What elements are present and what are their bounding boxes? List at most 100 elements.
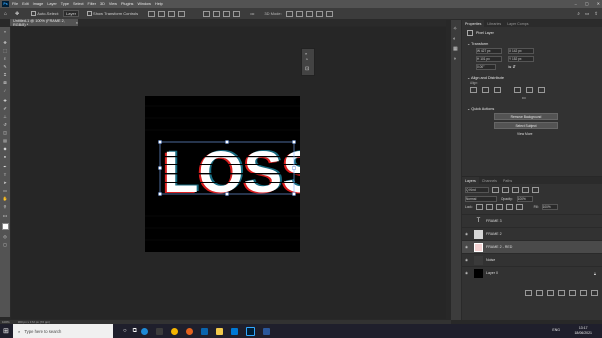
fill-field[interactable]: 100% [541,204,558,210]
align-bottom-edges-icon[interactable] [538,87,545,93]
eraser-tool-icon[interactable]: ◫ [2,130,8,135]
layer-row-noise[interactable]: ◉ Noise [462,253,602,266]
eye-icon[interactable]: ◉ [462,232,471,236]
home-icon[interactable]: ⌂ [4,11,7,17]
eyedropper-tool-icon[interactable]: ⁄ [2,88,8,93]
chrome-icon[interactable] [170,327,178,335]
close-button[interactable]: ✕ [597,1,600,6]
distribute-icon[interactable] [233,10,241,17]
more-align-options[interactable]: ••• [522,96,602,100]
menu-window[interactable]: Window [137,2,151,6]
taskbar-search[interactable]: ⌕ Type here to search [13,324,113,338]
align-heading[interactable]: ⌄ Align and Distribute [467,75,602,80]
rectangle-tool-icon[interactable]: ▭ [2,188,8,193]
auto-select-checkbox[interactable]: Auto-Select: [31,11,59,16]
lock-transparent-icon[interactable] [475,204,483,210]
eye-icon[interactable]: ◉ [462,271,471,275]
path-select-icon[interactable]: ➤ [2,180,8,185]
minimize-button[interactable]: – [575,1,577,6]
distribute-icon[interactable] [223,10,231,17]
actions-icon[interactable]: ⊡ [305,66,309,72]
height-field[interactable]: H 101 px [476,56,502,62]
link-layers-icon[interactable] [525,290,532,296]
swatches-icon[interactable]: ▦ [453,46,458,52]
auto-select-target-dropdown[interactable]: Layer [63,10,80,17]
folder-icon[interactable] [215,327,223,335]
align-left-icon[interactable] [148,10,156,17]
cortana-icon[interactable]: ○ [123,328,127,334]
width-field[interactable]: W 427 px [476,48,502,54]
x-field[interactable]: X 142 px [508,48,534,54]
menu-file[interactable]: File [12,2,18,6]
menu-help[interactable]: Help [155,2,163,6]
history-icon[interactable]: ◔ [305,57,308,63]
close-tab-icon[interactable]: × [76,21,78,25]
type-tool-icon[interactable]: T [2,172,8,177]
edge-icon[interactable] [140,327,148,335]
clock[interactable]: 13:17 18/06/2021 [574,326,592,335]
clone-stamp-icon[interactable]: ⊥ [2,114,8,119]
menu-select[interactable]: Select [73,2,84,6]
learn-icon[interactable]: ✧ [453,26,457,32]
layer-style-icon[interactable] [536,290,543,296]
task-view-icon[interactable]: ⧉ [133,328,137,335]
3d-drag-icon[interactable] [305,10,313,17]
lasso-tool-icon[interactable]: ℓ [2,56,8,61]
expand-toolbar-icon[interactable]: » [2,29,8,34]
lock-position-icon[interactable] [495,204,503,210]
move-tool-icon[interactable]: ✥ [2,40,8,45]
y-field[interactable]: Y 152 px [508,56,534,62]
layer-filter-dropdown[interactable]: Q Kind [465,187,489,193]
delete-layer-icon[interactable] [591,290,598,296]
more-options-icon[interactable]: ••• [250,11,254,16]
3d-scale-icon[interactable] [325,10,333,17]
new-layer-icon[interactable] [580,290,587,296]
distribute-icon[interactable] [203,10,211,17]
tab-paths[interactable]: Paths [500,177,515,184]
filter-adjustment-icon[interactable] [502,187,509,193]
menu-type[interactable]: Type [61,2,69,6]
tab-channels[interactable]: Channels [479,177,500,184]
menu-plugins[interactable]: Plugins [121,2,133,6]
workspace-icon[interactable]: ▭ [585,11,589,17]
search-icon[interactable]: ⌕ [577,11,580,17]
lock-image-icon[interactable] [485,204,493,210]
menu-3d[interactable]: 3D [100,2,105,6]
adjustments-icon[interactable]: ◑ [453,56,456,62]
pen-tool-icon[interactable]: ✒ [2,164,8,169]
select-subject-button[interactable]: Select Subject [494,122,558,129]
photoshop-taskbar-icon[interactable] [245,326,255,336]
blur-tool-icon[interactable]: ◆ [2,146,8,151]
flip-icons[interactable]: ⇋ ⇵ [508,64,534,70]
app-icon[interactable] [185,327,193,335]
transform-heading[interactable]: ⌄ Transform [467,41,602,46]
3d-roll-icon[interactable] [295,10,303,17]
opacity-field[interactable]: 100% [516,196,533,202]
layer-row-frame-2-red[interactable]: ◉ FRAME 2 - RED [462,240,602,253]
tab-layer-comps[interactable]: Layer Comps [504,20,531,27]
windows-start-icon[interactable]: ⊞ [3,327,9,335]
filter-shape-icon[interactable] [522,187,529,193]
lock-artboard-icon[interactable] [505,204,513,210]
blend-mode-dropdown[interactable]: Normal [465,196,497,202]
file-explorer-icon[interactable] [155,327,163,335]
filter-type-icon[interactable] [512,187,519,193]
screen-mode-icon[interactable]: ▢ [2,242,8,247]
align-left-edges-icon[interactable] [470,87,477,93]
layer-row-frame-2[interactable]: ◉ FRAME 2 [462,227,602,240]
maximize-button[interactable]: ▢ [585,1,589,6]
marquee-tool-icon[interactable]: ⬚ [2,48,8,53]
hand-tool-icon[interactable]: ✋ [2,196,8,201]
distribute-icon[interactable] [213,10,221,17]
foreground-color-swatch[interactable] [2,223,9,230]
align-vertical-centers-icon[interactable] [526,87,533,93]
eye-icon[interactable]: ◉ [462,258,471,262]
3d-slide-icon[interactable] [315,10,323,17]
share-icon[interactable]: ⇪ [594,11,598,17]
brush-tool-icon[interactable]: ✐ [2,106,8,111]
layer-row-layer-0[interactable]: ◉ Layer 0 🔒︎ [462,266,602,279]
menu-view[interactable]: View [109,2,117,6]
eye-icon[interactable]: ◉ [462,245,471,249]
add-mask-icon[interactable] [547,290,554,296]
history-brush-icon[interactable]: ↺ [2,122,8,127]
